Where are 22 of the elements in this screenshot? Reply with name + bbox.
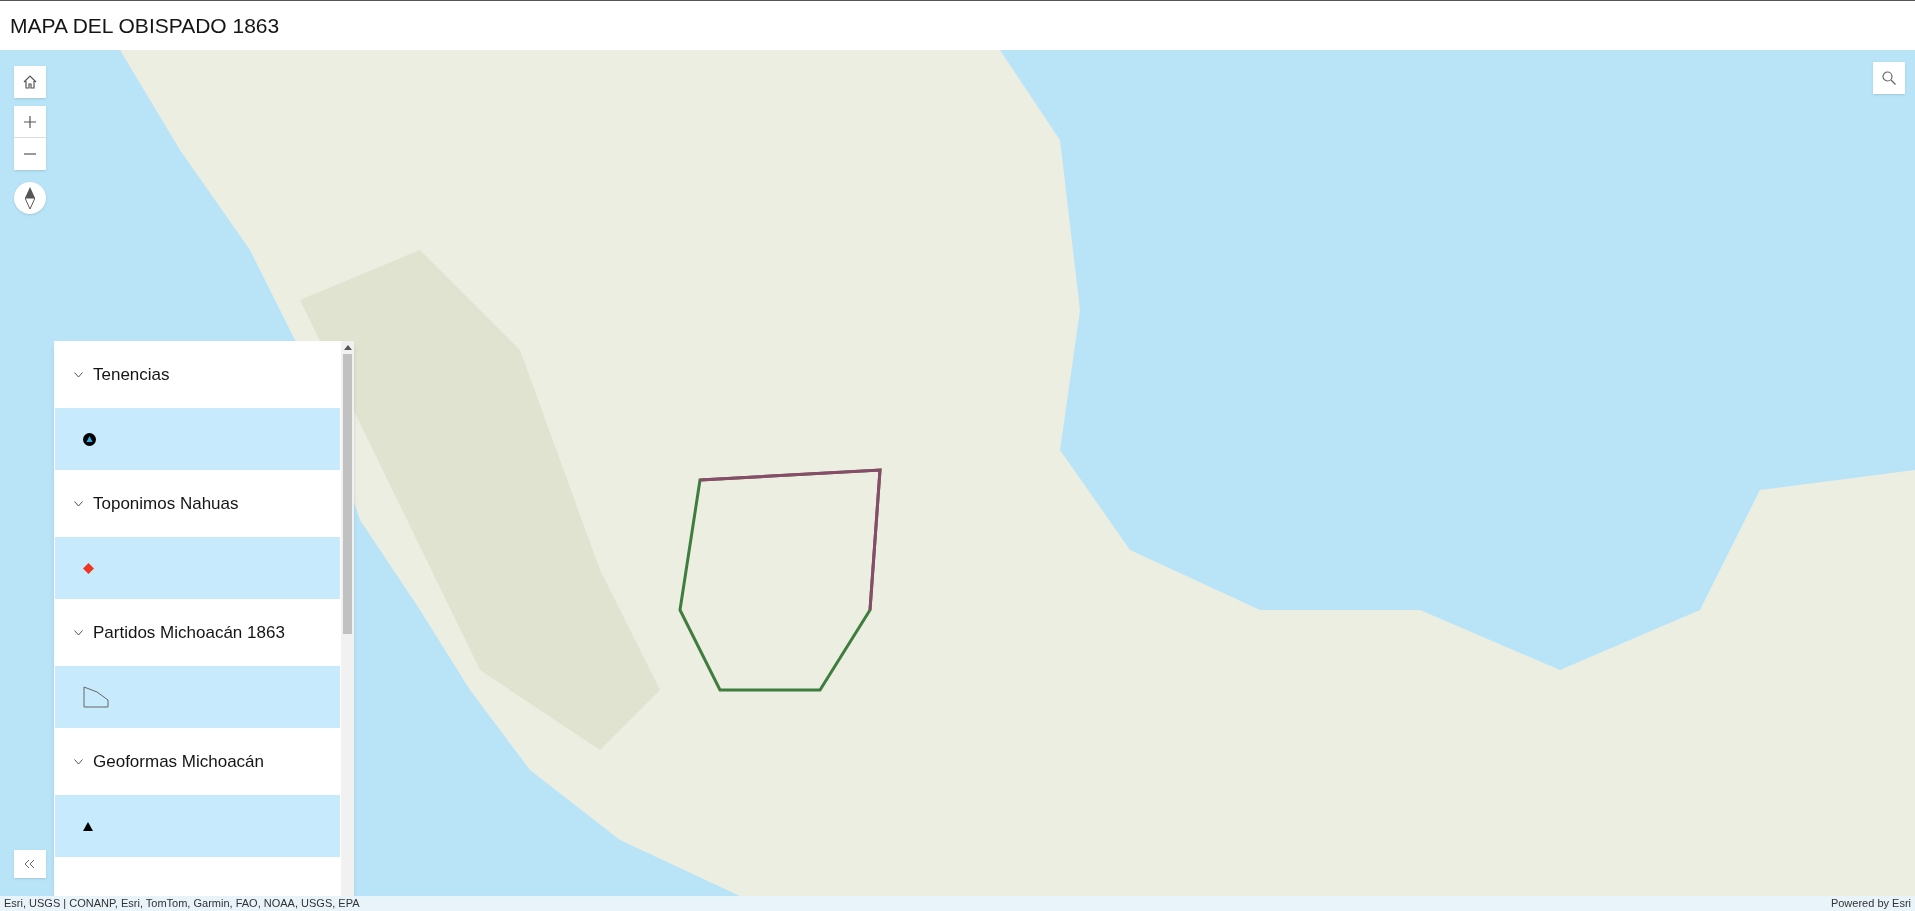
chevron-down-icon xyxy=(74,371,83,378)
chevron-down-icon xyxy=(74,758,83,765)
double-chevron-left-icon xyxy=(25,860,35,868)
compass-icon xyxy=(25,187,35,209)
triangle-symbol-icon xyxy=(83,821,93,831)
minus-icon xyxy=(24,153,36,155)
diamond-symbol-icon xyxy=(83,562,94,574)
app-title: MAPA DEL OBISPADO 1863 xyxy=(10,12,280,39)
powered-by-text: Powered by Esri xyxy=(1830,898,1911,909)
search-button[interactable] xyxy=(1873,62,1905,94)
chevron-down-icon xyxy=(74,629,83,636)
attribution-text: Esri, USGS | CONANP, Esri, TomTom, Garmin, FAO, NOAA, USGS, EPA xyxy=(4,898,360,909)
legend-layer-header[interactable]: Tenencias xyxy=(54,341,341,408)
search-icon xyxy=(1882,71,1896,85)
plus-icon xyxy=(24,115,36,128)
chevron-down-icon xyxy=(74,500,83,507)
home-icon xyxy=(22,74,38,90)
polygon-symbol-icon xyxy=(83,686,109,708)
home-button[interactable] xyxy=(14,66,46,98)
scrollbar-thumb[interactable] xyxy=(343,354,352,634)
circle-triangle-symbol-icon xyxy=(83,432,96,446)
scroll-up-arrow-icon xyxy=(343,345,352,350)
